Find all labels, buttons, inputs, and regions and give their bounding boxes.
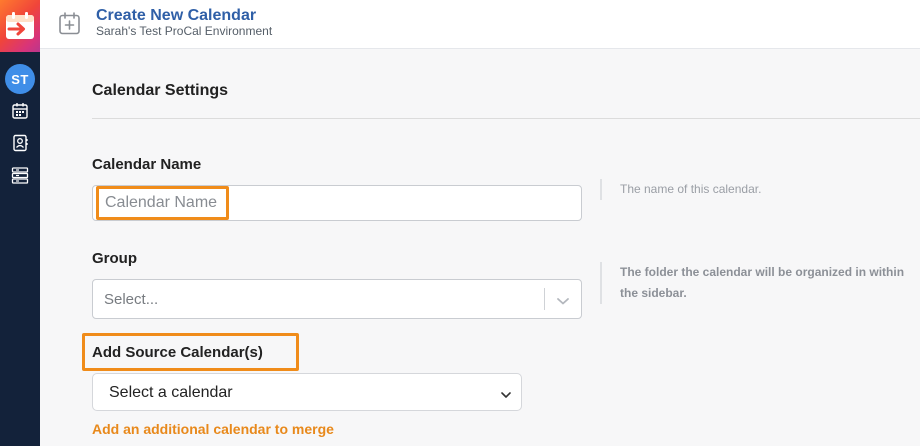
group-select[interactable]: Select... <box>92 279 582 319</box>
sidebar: ST <box>0 0 40 446</box>
chevron-down-icon[interactable] <box>556 293 570 311</box>
group-help: The folder the calendar will be organize… <box>600 262 910 304</box>
group-label: Group <box>92 250 137 267</box>
calendar-name-label: Calendar Name <box>92 156 202 173</box>
header-bar: Create New Calendar Sarah's Test ProCal … <box>40 0 920 49</box>
page-subtitle: Sarah's Test ProCal Environment <box>96 24 273 38</box>
source-calendar-select-value: Select a calendar <box>109 384 233 401</box>
section-divider <box>92 118 920 119</box>
select-separator <box>544 288 545 310</box>
calendar-name-help: The name of this calendar. <box>600 179 910 200</box>
section-title: Calendar Settings <box>92 82 229 99</box>
calendar-plus-icon <box>59 12 80 40</box>
source-calendars-label: Add Source Calendar(s) <box>92 344 263 361</box>
add-calendar-link[interactable]: Add an additional calendar to merge <box>92 421 334 437</box>
calendar-name-input[interactable] <box>92 185 582 221</box>
calendar-icon[interactable] <box>11 102 29 120</box>
chevron-down-icon[interactable] <box>500 387 512 405</box>
server-icon[interactable] <box>11 166 29 184</box>
calendar-arrow-logo-icon <box>6 12 34 39</box>
contact-card-icon[interactable] <box>11 134 29 152</box>
page-title: Create New Calendar <box>96 7 257 24</box>
app-logo[interactable] <box>0 0 40 52</box>
group-select-value: Select... <box>104 291 159 308</box>
avatar[interactable]: ST <box>5 64 35 94</box>
source-calendar-select[interactable]: Select a calendar <box>92 373 522 411</box>
